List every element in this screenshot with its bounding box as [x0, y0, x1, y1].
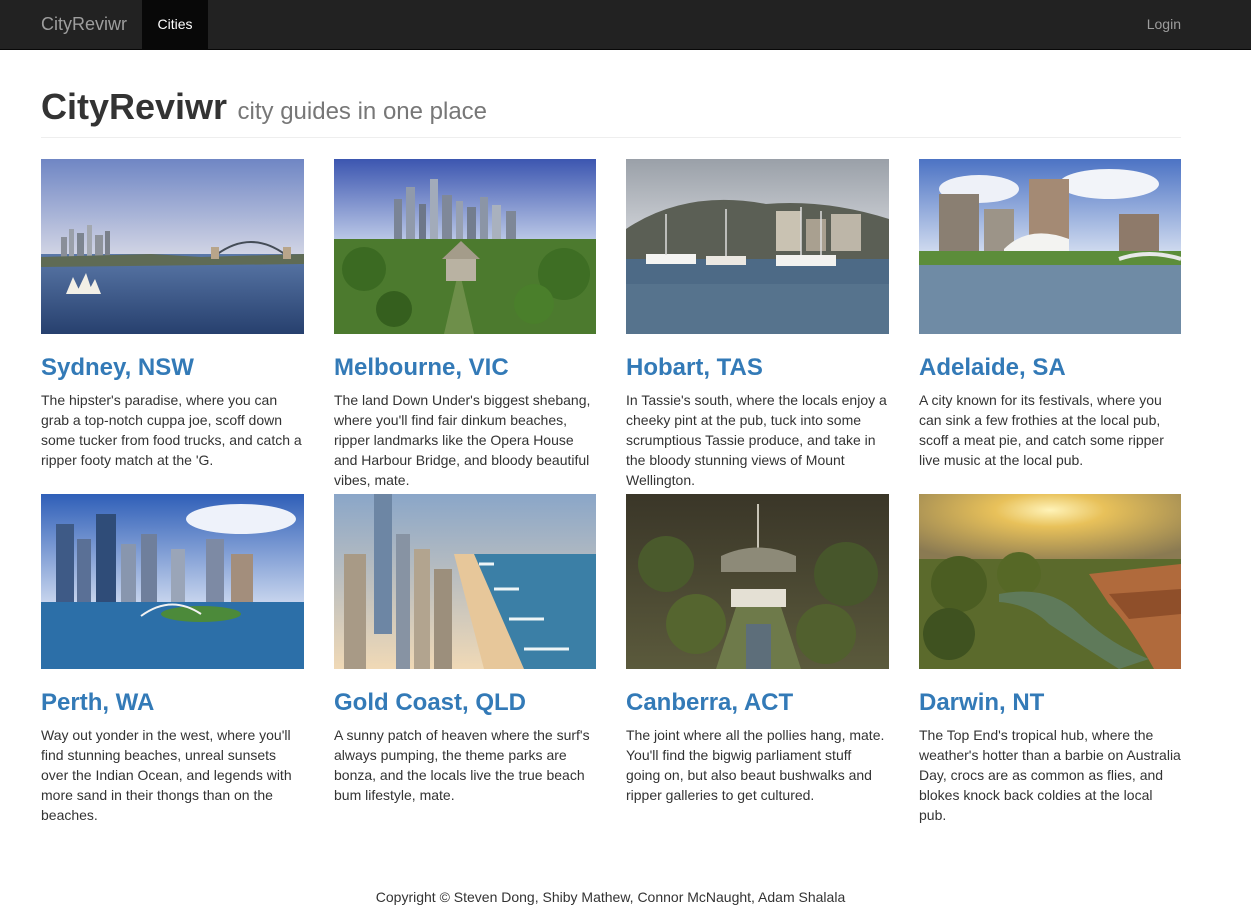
city-image-canberra[interactable]	[626, 494, 889, 669]
city-card-sydney: Sydney, NSW The hipster's paradise, wher…	[41, 159, 304, 470]
city-description: In Tassie's south, where the locals enjo…	[626, 392, 887, 488]
city-image-sydney[interactable]	[41, 159, 304, 334]
city-description: The hipster's paradise, where you can gr…	[41, 392, 302, 468]
city-title-link[interactable]: Melbourne, VIC	[334, 353, 597, 383]
nav-login-link[interactable]: Login	[1147, 16, 1181, 32]
city-card-goldcoast: Gold Coast, QLD A sunny patch of heaven …	[334, 494, 597, 805]
city-title-link[interactable]: Darwin, NT	[919, 688, 1182, 718]
city-card-canberra: Canberra, ACT The joint where all the po…	[626, 494, 889, 805]
city-card-melbourne: Melbourne, VIC The land Down Under's big…	[334, 159, 597, 490]
city-description: The Top End's tropical hub, where the we…	[919, 727, 1181, 823]
city-title-link[interactable]: Hobart, TAS	[626, 353, 889, 383]
city-description: A sunny patch of heaven where the surf's…	[334, 727, 590, 803]
city-description: Way out yonder in the west, where you'll…	[41, 727, 292, 823]
city-card-hobart: Hobart, TAS In Tassie's south, where the…	[626, 159, 889, 490]
city-description: A city known for its festivals, where yo…	[919, 392, 1164, 468]
city-image-melbourne[interactable]	[334, 159, 597, 334]
city-title-link[interactable]: Adelaide, SA	[919, 353, 1182, 383]
city-title-link[interactable]: Gold Coast, QLD	[334, 688, 597, 718]
top-navbar: CityReviwr Cities Login	[0, 0, 1251, 50]
city-image-darwin[interactable]	[919, 494, 1182, 669]
city-description: The land Down Under's biggest shebang, w…	[334, 392, 591, 488]
page-subtitle: city guides in one place	[237, 98, 488, 125]
city-description: The joint where all the pollies hang, ma…	[626, 727, 885, 803]
city-image-hobart[interactable]	[626, 159, 889, 334]
city-title-link[interactable]: Sydney, NSW	[41, 353, 304, 383]
city-card-perth: Perth, WA Way out yonder in the west, wh…	[41, 494, 304, 825]
city-image-perth[interactable]	[41, 494, 304, 669]
city-image-goldcoast[interactable]	[334, 494, 597, 669]
brand-link[interactable]: CityReviwr	[41, 14, 127, 35]
city-image-adelaide[interactable]	[919, 159, 1182, 334]
page-header: CityReviwr city guides in one place	[41, 86, 1181, 138]
page-title: CityReviwr	[41, 86, 228, 127]
footer-copyright: Copyright © Steven Dong, Shiby Mathew, C…	[375, 889, 846, 905]
city-card-adelaide: Adelaide, SA A city known for its festiv…	[919, 159, 1182, 470]
city-title-link[interactable]: Perth, WA	[41, 688, 304, 718]
city-card-darwin: Darwin, NT The Top End's tropical hub, w…	[919, 494, 1182, 825]
city-title-link[interactable]: Canberra, ACT	[626, 688, 889, 718]
nav-cities-link[interactable]: Cities	[142, 0, 208, 49]
